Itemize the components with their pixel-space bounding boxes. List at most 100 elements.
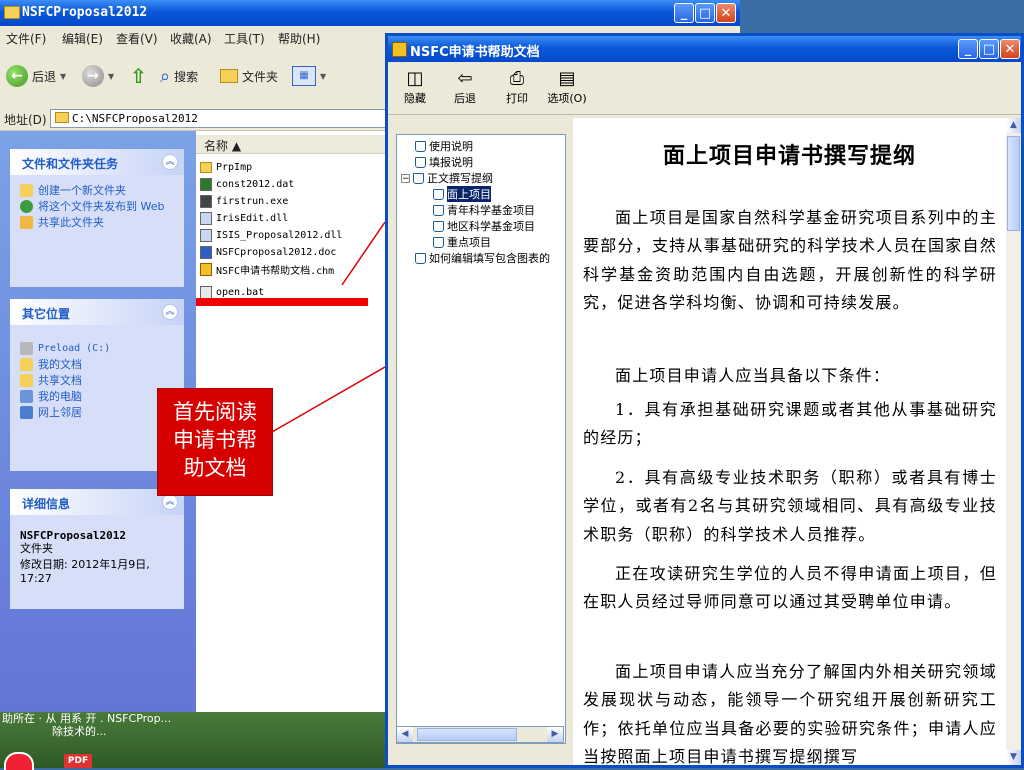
collapse-chevron-icon[interactable]: ︽ bbox=[162, 154, 178, 170]
highlight-underline bbox=[196, 298, 368, 306]
folder-icon bbox=[4, 6, 20, 19]
dropdown-arrow-icon: ▼ bbox=[320, 71, 327, 81]
drive-icon bbox=[20, 342, 33, 355]
options-button[interactable]: ▤ 选项(O) bbox=[542, 68, 592, 106]
toc-subitem-selected[interactable]: 面上项目 bbox=[433, 186, 491, 202]
chm-help-icon bbox=[200, 262, 212, 276]
task-publish-web[interactable]: 将这个文件夹发布到 Web bbox=[20, 200, 174, 213]
place-my-documents[interactable]: 我的文档 bbox=[20, 358, 174, 371]
folder-icon bbox=[200, 161, 212, 173]
scroll-down-icon[interactable]: ▼ bbox=[1006, 750, 1021, 765]
toc-item-expanded[interactable]: − 正文撰写提纲 bbox=[401, 171, 493, 185]
hide-icon: ◫ bbox=[406, 68, 424, 89]
toc-subitem[interactable]: 青年科学基金项目 bbox=[433, 203, 535, 217]
minimize-button[interactable]: _ bbox=[674, 3, 694, 23]
toc-subitem[interactable]: 地区科学基金项目 bbox=[433, 219, 535, 233]
help-content-pane: 面上项目申请书撰写提纲 面上项目是国家自然科学基金研究项目系列中的主要部分，支持… bbox=[573, 118, 1006, 765]
content-paragraph: 面上项目是国家自然科学基金研究项目系列中的主要部分，支持从事基础研究的科学技术人… bbox=[583, 208, 997, 313]
menu-help[interactable]: 帮助(H) bbox=[278, 30, 320, 47]
toc-tree: 使用说明 填报说明 − 正文撰写提纲 面上项目 青年科学基金项目 地区科学基金项… bbox=[396, 134, 566, 744]
up-folder-button[interactable]: ⇧ bbox=[130, 62, 147, 90]
other-places-header[interactable]: 其它位置 ︽ bbox=[10, 299, 184, 325]
book-icon bbox=[415, 156, 426, 168]
search-button[interactable]: ⌕ 搜索 bbox=[160, 62, 198, 90]
scroll-thumb[interactable] bbox=[1007, 136, 1020, 231]
folders-button[interactable]: 文件夹 bbox=[220, 62, 278, 90]
toc-item[interactable]: 填报说明 bbox=[415, 155, 473, 169]
back-arrow-icon: ← bbox=[6, 65, 28, 87]
name-column-header[interactable]: 名称 ▲ bbox=[196, 135, 396, 154]
details-panel: 详细信息 ︽ NSFCProposal2012 文件夹 修改日期: 2012年1… bbox=[10, 489, 184, 609]
maximize-button[interactable]: □ bbox=[695, 3, 715, 23]
open-book-icon bbox=[413, 172, 424, 184]
menu-favorites[interactable]: 收藏(A) bbox=[170, 30, 212, 47]
file-item[interactable]: IrisEdit.dll bbox=[200, 210, 288, 226]
place-shared-documents[interactable]: 共享文档 bbox=[20, 374, 174, 387]
content-paragraph: 面上项目申请人应当充分了解国内外相关研究领域发展现状与动态，能领导一个研究组开展… bbox=[583, 662, 997, 765]
file-item-help-chm[interactable]: NSFC申请书帮助文档.chm bbox=[200, 261, 334, 277]
help-book-icon bbox=[392, 42, 407, 57]
views-button[interactable]: ▦ ▼ bbox=[292, 62, 326, 90]
computer-icon bbox=[20, 390, 33, 403]
collapse-chevron-icon[interactable]: ︽ bbox=[162, 494, 178, 510]
explorer-title-bar[interactable]: NSFCProposal2012 _ □ ✕ bbox=[0, 0, 740, 26]
new-folder-icon bbox=[20, 184, 33, 197]
content-vertical-scrollbar[interactable]: ▲ ▼ bbox=[1006, 118, 1021, 765]
menu-file[interactable]: 文件(F) bbox=[6, 30, 46, 47]
desktop-app-icon[interactable] bbox=[4, 752, 34, 770]
help-title-bar[interactable]: NSFC申请书帮助文档 _ □ ✕ bbox=[388, 36, 1021, 62]
file-tasks-header[interactable]: 文件和文件夹任务 ︽ bbox=[10, 149, 184, 175]
toc-item[interactable]: 如何编辑填写包含图表的 bbox=[415, 251, 563, 265]
desktop-pdf-icon[interactable]: PDF bbox=[64, 754, 92, 768]
forward-arrow-icon: → bbox=[82, 65, 104, 87]
print-button[interactable]: ⎙ 打印 bbox=[492, 68, 542, 106]
printer-icon: ⎙ bbox=[509, 68, 525, 89]
hide-button[interactable]: ◫ 隐藏 bbox=[390, 68, 440, 106]
file-item[interactable]: ISIS_Proposal2012.dll bbox=[200, 227, 342, 243]
task-share-folder[interactable]: 共享此文件夹 bbox=[20, 216, 174, 229]
toc-item[interactable]: 使用说明 bbox=[415, 139, 473, 153]
back-button[interactable]: ← 后退 ▼ bbox=[6, 62, 66, 90]
place-my-computer[interactable]: 我的电脑 bbox=[20, 390, 174, 403]
maximize-button[interactable]: □ bbox=[979, 39, 999, 59]
details-modified: 修改日期: 2012年1月9日, 17:27 bbox=[20, 558, 150, 585]
forward-button[interactable]: → ▼ bbox=[82, 62, 114, 90]
scroll-up-icon[interactable]: ▲ bbox=[1006, 118, 1021, 133]
page-icon bbox=[433, 236, 444, 248]
file-item[interactable]: const2012.dat bbox=[200, 176, 294, 192]
views-icon: ▦ bbox=[292, 66, 316, 86]
page-icon bbox=[433, 220, 444, 232]
details-type: 文件夹 bbox=[20, 542, 53, 555]
collapse-chevron-icon[interactable]: ︽ bbox=[162, 304, 178, 320]
toc-horizontal-scrollbar[interactable]: ◀ ▶ bbox=[396, 726, 564, 743]
place-network[interactable]: 网上邻居 bbox=[20, 406, 174, 419]
menu-edit[interactable]: 编辑(E) bbox=[62, 30, 103, 47]
dll-file-icon bbox=[200, 211, 212, 225]
dll-file-icon bbox=[200, 228, 212, 242]
file-item[interactable]: NSFCproposal2012.doc bbox=[200, 244, 336, 260]
file-item[interactable]: PrpImp bbox=[200, 159, 252, 175]
menu-view[interactable]: 查看(V) bbox=[116, 30, 158, 47]
help-toolbar: ◫ 隐藏 ⇦ 后退 ⎙ 打印 ▤ 选项(O) bbox=[388, 62, 1021, 115]
scroll-thumb[interactable] bbox=[417, 728, 517, 741]
place-drive-c[interactable]: Preload (C:) bbox=[20, 342, 174, 355]
task-new-folder[interactable]: 创建一个新文件夹 bbox=[20, 184, 174, 197]
back-arrow-icon: ⇦ bbox=[457, 68, 473, 89]
menu-tools[interactable]: 工具(T) bbox=[224, 30, 265, 47]
folder-icon bbox=[20, 374, 33, 387]
globe-icon bbox=[20, 200, 33, 213]
help-back-button[interactable]: ⇦ 后退 bbox=[440, 68, 490, 106]
file-tasks-panel: 文件和文件夹任务 ︽ 创建一个新文件夹 将这个文件夹发布到 Web 共享此文件夹 bbox=[10, 149, 184, 287]
file-item[interactable]: firstrun.exe bbox=[200, 193, 288, 209]
close-button[interactable]: ✕ bbox=[716, 3, 736, 23]
collapse-toggle-icon[interactable]: − bbox=[401, 173, 410, 183]
page-icon bbox=[433, 188, 444, 200]
scroll-left-icon[interactable]: ◀ bbox=[397, 727, 413, 742]
toc-subitem[interactable]: 重点项目 bbox=[433, 235, 491, 249]
dropdown-arrow-icon: ▼ bbox=[108, 71, 115, 81]
minimize-button[interactable]: _ bbox=[958, 39, 978, 59]
options-icon: ▤ bbox=[558, 68, 576, 89]
close-button[interactable]: ✕ bbox=[1000, 39, 1020, 59]
scroll-right-icon[interactable]: ▶ bbox=[547, 727, 563, 742]
details-name: NSFCProposal2012 bbox=[20, 529, 126, 542]
